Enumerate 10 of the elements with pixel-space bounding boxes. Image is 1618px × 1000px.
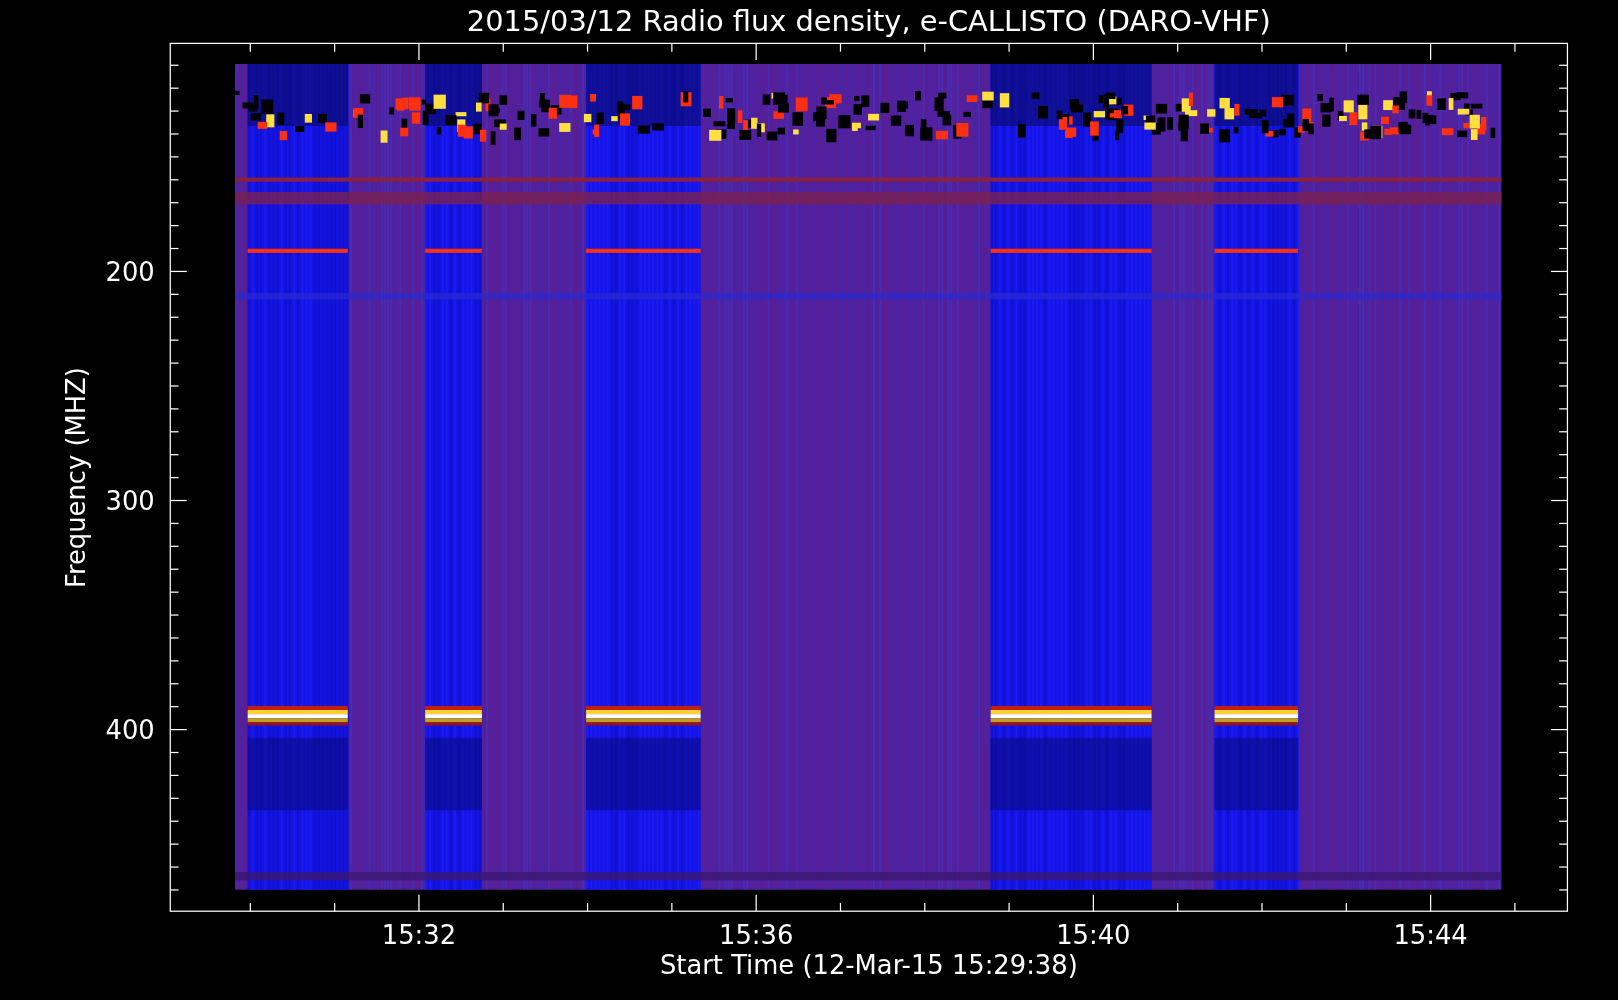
x-tick-label: 15:32 [381,920,457,951]
x-tick-label: 15:44 [1393,920,1468,951]
plot-title: 2015/03/12 Radio flux density, e-CALLISTO (DARO-VHF) [466,4,1271,38]
x-tick-label: 15:36 [719,920,794,951]
y-tick-label: 400 [105,714,155,745]
y-axis-label: Frequency (MHZ) [60,367,91,588]
x-axis-label: Start Time (12-Mar-15 15:29:38) [659,950,1078,981]
y-tick-label: 300 [105,485,155,516]
y-tick-label: 200 [105,256,155,287]
x-tick-label: 15:40 [1056,920,1131,951]
